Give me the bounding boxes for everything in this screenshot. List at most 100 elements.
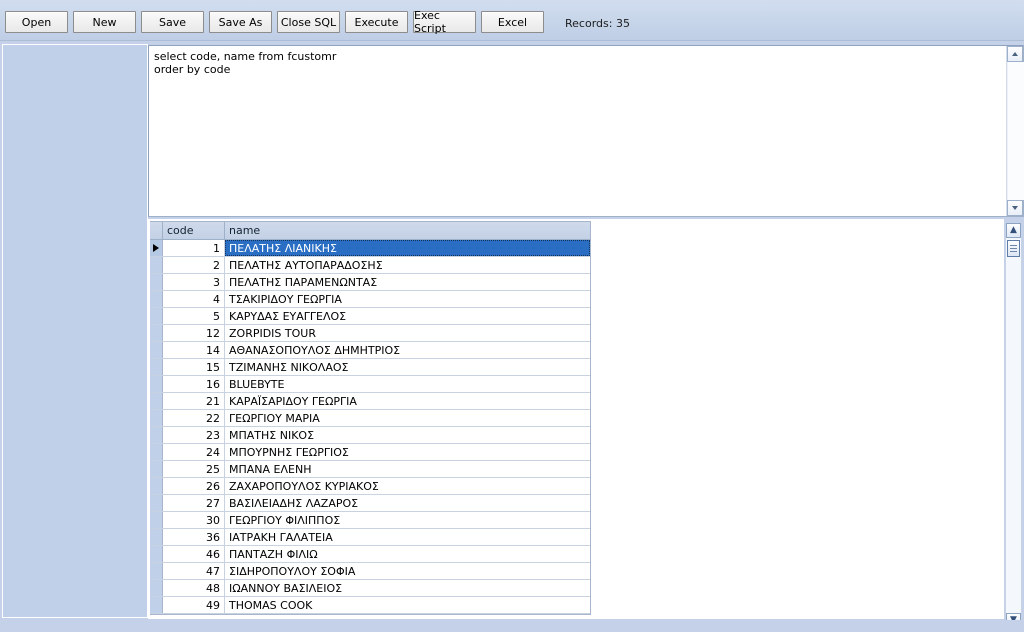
- cell-name[interactable]: ΜΠΟΥΡΝΗΣ ΓΕΩΡΓΙΟΣ: [225, 444, 590, 460]
- cell-code[interactable]: 22: [163, 410, 225, 426]
- row-indicator[interactable]: [150, 359, 163, 375]
- table-row[interactable]: 23 ΜΠΑΤΗΣ ΝΙΚΟΣ: [150, 427, 590, 444]
- table-row[interactable]: 30 ΓΕΩΡΓΙΟΥ ΦΙΛΙΠΠΟΣ: [150, 512, 590, 529]
- cell-code[interactable]: 25: [163, 461, 225, 477]
- table-row[interactable]: 25 ΜΠΑΝΑ ΕΛΕΝΗ: [150, 461, 590, 478]
- sql-editor-scrollbar[interactable]: [1006, 46, 1024, 216]
- row-indicator[interactable]: [150, 342, 163, 358]
- chevron-down-icon[interactable]: [1007, 200, 1023, 216]
- row-indicator[interactable]: [150, 495, 163, 511]
- table-row[interactable]: 27 ΒΑΣΙΛΕΙΑΔΗΣ ΛΑΖΑΡΟΣ: [150, 495, 590, 512]
- table-row[interactable]: 5 ΚΑΡΥΔΑΣ ΕΥΑΓΓΕΛΟΣ: [150, 308, 590, 325]
- grid-header-name[interactable]: name: [225, 222, 590, 239]
- cell-name[interactable]: ΙΑΤΡΑΚΗ ΓΑΛΑΤΕΙΑ: [225, 529, 590, 545]
- cell-code[interactable]: 3: [163, 274, 225, 290]
- row-indicator[interactable]: [150, 478, 163, 494]
- cell-name[interactable]: THOMAS COOK: [225, 597, 590, 613]
- table-row[interactable]: 48 ΙΩΑΝΝΟΥ ΒΑΣΙΛΕΙΟΣ: [150, 580, 590, 597]
- cell-name[interactable]: ΤΖΙΜΑΝΗΣ ΝΙΚΟΛΑΟΣ: [225, 359, 590, 375]
- cell-name[interactable]: ZORPIDIS TOUR: [225, 325, 590, 341]
- row-indicator[interactable]: [150, 410, 163, 426]
- cell-name[interactable]: ΠΕΛΑΤΗΣ ΠΑΡΑΜΕΝΩΝΤΑΣ: [225, 274, 590, 290]
- cell-code[interactable]: 14: [163, 342, 225, 358]
- cell-code[interactable]: 46: [163, 546, 225, 562]
- results-scrollbar[interactable]: ▲ ▼: [1005, 222, 1022, 630]
- row-indicator[interactable]: [150, 257, 163, 273]
- table-row[interactable]: 49 THOMAS COOK: [150, 597, 590, 614]
- row-indicator[interactable]: [150, 325, 163, 341]
- cell-code[interactable]: 23: [163, 427, 225, 443]
- cell-name[interactable]: ΚΑΡΥΔΑΣ ΕΥΑΓΓΕΛΟΣ: [225, 308, 590, 324]
- cell-name[interactable]: ΜΠΑΤΗΣ ΝΙΚΟΣ: [225, 427, 590, 443]
- row-indicator[interactable]: [150, 274, 163, 290]
- sql-editor-textarea[interactable]: select code, name from fcustomr order by…: [149, 46, 1006, 216]
- cell-name[interactable]: ΣΙΔΗΡΟΠΟΥΛΟΥ ΣΟΦΙΑ: [225, 563, 590, 579]
- open-button[interactable]: Open: [5, 11, 68, 33]
- cell-code[interactable]: 15: [163, 359, 225, 375]
- cell-name[interactable]: BLUEBYTE: [225, 376, 590, 392]
- cell-name[interactable]: ΠΕΛΑΤΗΣ ΛΙΑΝΙΚΗΣ: [225, 240, 590, 256]
- cell-code[interactable]: 2: [163, 257, 225, 273]
- row-indicator[interactable]: [150, 580, 163, 596]
- cell-code[interactable]: 26: [163, 478, 225, 494]
- row-indicator[interactable]: [150, 529, 163, 545]
- cell-code[interactable]: 12: [163, 325, 225, 341]
- table-row[interactable]: 36 ΙΑΤΡΑΚΗ ΓΑΛΑΤΕΙΑ: [150, 529, 590, 546]
- row-indicator[interactable]: [150, 376, 163, 392]
- cell-code[interactable]: 49: [163, 597, 225, 613]
- cell-name[interactable]: ΑΘΑΝΑΣΟΠΟΥΛΟΣ ΔΗΜΗΤΡΙΟΣ: [225, 342, 590, 358]
- cell-code[interactable]: 36: [163, 529, 225, 545]
- cell-name[interactable]: ΚΑΡΑΪΣΑΡΙΔΟΥ ΓΕΩΡΓΙΑ: [225, 393, 590, 409]
- table-row[interactable]: 3 ΠΕΛΑΤΗΣ ΠΑΡΑΜΕΝΩΝΤΑΣ: [150, 274, 590, 291]
- cell-name[interactable]: ΓΕΩΡΓΙΟΥ ΦΙΛΙΠΠΟΣ: [225, 512, 590, 528]
- row-indicator[interactable]: [150, 291, 163, 307]
- cell-code[interactable]: 24: [163, 444, 225, 460]
- table-row[interactable]: 4 ΤΣΑΚΙΡΙΔΟΥ ΓΕΩΡΓΙΑ: [150, 291, 590, 308]
- cell-name[interactable]: ΓΕΩΡΓΙΟΥ ΜΑΡΙΑ: [225, 410, 590, 426]
- row-indicator[interactable]: [150, 461, 163, 477]
- table-row[interactable]: 14 ΑΘΑΝΑΣΟΠΟΥΛΟΣ ΔΗΜΗΤΡΙΟΣ: [150, 342, 590, 359]
- cell-code[interactable]: 27: [163, 495, 225, 511]
- cell-code[interactable]: 48: [163, 580, 225, 596]
- row-indicator[interactable]: [150, 308, 163, 324]
- cell-code[interactable]: 30: [163, 512, 225, 528]
- current-row-arrow-icon[interactable]: [150, 240, 163, 256]
- results-grid[interactable]: code name 1 ΠΕΛΑΤΗΣ ΛΙΑΝΙΚΗΣ 2 ΠΕΛΑΤΗΣ ΑΥΤΟ…: [150, 222, 591, 615]
- table-row[interactable]: 1 ΠΕΛΑΤΗΣ ΛΙΑΝΙΚΗΣ: [150, 240, 590, 257]
- table-row[interactable]: 12 ZORPIDIS TOUR: [150, 325, 590, 342]
- sql-editor[interactable]: select code, name from fcustomr order by…: [148, 45, 1024, 217]
- chevron-up-icon[interactable]: [1007, 46, 1023, 62]
- table-row[interactable]: 24 ΜΠΟΥΡΝΗΣ ΓΕΩΡΓΙΟΣ: [150, 444, 590, 461]
- table-row[interactable]: 46 ΠΑΝΤΑΖΗ ΦΙΛΙΩ: [150, 546, 590, 563]
- row-indicator[interactable]: [150, 546, 163, 562]
- results-scrollbar-thumb[interactable]: [1007, 240, 1020, 257]
- cell-name[interactable]: ΠΕΛΑΤΗΣ ΑΥΤΟΠΑΡΑΔΟΣΗΣ: [225, 257, 590, 273]
- table-row[interactable]: 26 ΖΑΧΑΡΟΠΟΥΛΟΣ ΚΥΡΙΑΚΟΣ: [150, 478, 590, 495]
- cell-name[interactable]: ΤΣΑΚΙΡΙΔΟΥ ΓΕΩΡΓΙΑ: [225, 291, 590, 307]
- cell-code[interactable]: 21: [163, 393, 225, 409]
- excel-button[interactable]: Excel: [481, 11, 544, 33]
- table-row[interactable]: 15 ΤΖΙΜΑΝΗΣ ΝΙΚΟΛΑΟΣ: [150, 359, 590, 376]
- save-button[interactable]: Save: [141, 11, 204, 33]
- cell-code[interactable]: 47: [163, 563, 225, 579]
- row-indicator[interactable]: [150, 512, 163, 528]
- new-button[interactable]: New: [73, 11, 136, 33]
- row-indicator[interactable]: [150, 444, 163, 460]
- cell-code[interactable]: 16: [163, 376, 225, 392]
- table-row[interactable]: 22 ΓΕΩΡΓΙΟΥ ΜΑΡΙΑ: [150, 410, 590, 427]
- row-indicator[interactable]: [150, 393, 163, 409]
- save-as-button[interactable]: Save As: [209, 11, 272, 33]
- row-indicator[interactable]: [150, 597, 163, 613]
- close-sql-button[interactable]: Close SQL: [277, 11, 340, 33]
- cell-name[interactable]: ΠΑΝΤΑΖΗ ΦΙΛΙΩ: [225, 546, 590, 562]
- table-row[interactable]: 16 BLUEBYTE: [150, 376, 590, 393]
- table-row[interactable]: 21 ΚΑΡΑΪΣΑΡΙΔΟΥ ΓΕΩΡΓΙΑ: [150, 393, 590, 410]
- cell-name[interactable]: ΒΑΣΙΛΕΙΑΔΗΣ ΛΑΖΑΡΟΣ: [225, 495, 590, 511]
- row-indicator[interactable]: [150, 563, 163, 579]
- row-indicator[interactable]: [150, 427, 163, 443]
- chevron-up-icon[interactable]: ▲: [1006, 223, 1021, 238]
- cell-code[interactable]: 5: [163, 308, 225, 324]
- table-row[interactable]: 47 ΣΙΔΗΡΟΠΟΥΛΟΥ ΣΟΦΙΑ: [150, 563, 590, 580]
- cell-name[interactable]: ΖΑΧΑΡΟΠΟΥΛΟΣ ΚΥΡΙΑΚΟΣ: [225, 478, 590, 494]
- cell-name[interactable]: ΜΠΑΝΑ ΕΛΕΝΗ: [225, 461, 590, 477]
